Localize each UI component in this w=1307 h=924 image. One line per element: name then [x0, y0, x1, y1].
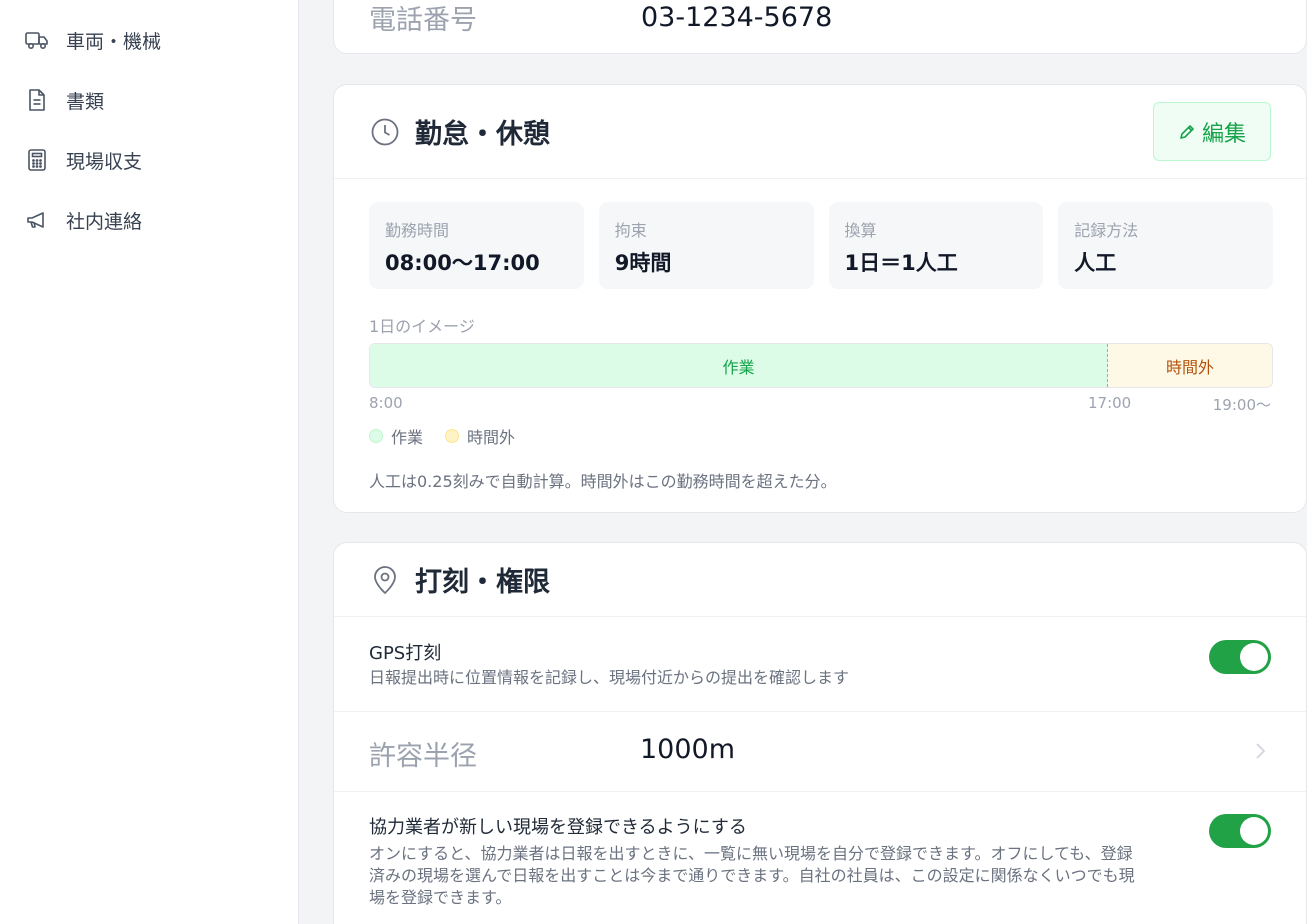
clock-icon: [369, 116, 401, 148]
chevron-right-icon: [1254, 741, 1266, 765]
radius-row[interactable]: 許容半径 1000m: [334, 712, 1306, 792]
permissions-card: 打刻・権限 GPS打刻 日報提出時に位置情報を記録し、現場付近からの提出を確認し…: [333, 542, 1307, 924]
contact-card: 電話番号 03-1234-5678: [333, 0, 1307, 54]
sidebar-item-label: 車両・機械: [66, 30, 162, 53]
permissions-title: 打刻・権限: [415, 567, 550, 598]
stat-label: 記録方法: [1074, 221, 1139, 240]
attendance-stats: 勤務時間 08:00〜17:00 拘束 9時間 換算 1日＝1人工 記録方法 人…: [369, 202, 1273, 289]
timeline-tick-end: 17:00: [1088, 394, 1132, 412]
stat-conversion: 換算 1日＝1人工: [828, 202, 1044, 289]
day-image-label: 1日のイメージ: [369, 317, 475, 336]
sidebar-item-internal-notice[interactable]: 社内連絡: [24, 200, 142, 240]
stat-value: 08:00〜17:00: [385, 251, 540, 275]
toggle-knob: [1240, 817, 1268, 845]
timeline-legend: 作業 時間外: [369, 424, 537, 448]
stat-label: 換算: [844, 221, 877, 240]
sidebar: 車両・機械 書類 現場収支 社内連絡: [0, 0, 299, 924]
radius-value: 1000m: [640, 734, 736, 765]
timeline-overtime-segment: 時間外: [1108, 344, 1272, 387]
timeline-tick-overtime: 19:00〜: [1212, 396, 1271, 414]
partner-desc-line: オンにすると、協力業者は日報を出すときに、一覧に無い現場を自分で登録できます。オ…: [369, 844, 1133, 863]
phone-row: 電話番号 03-1234-5678: [369, 1, 833, 36]
stat-value: 人工: [1074, 251, 1117, 275]
radius-label: 許容半径: [369, 741, 477, 772]
stat-label: 拘束: [614, 221, 647, 240]
gps-toggle[interactable]: [1209, 640, 1271, 674]
legend-label: 時間外: [467, 428, 516, 447]
attendance-header: 勤怠・休憩 編集: [334, 85, 1306, 179]
gps-desc: 日報提出時に位置情報を記録し、現場付近からの提出を確認します: [369, 668, 850, 687]
partner-title: 協力業者が新しい現場を登録できるようにする: [369, 817, 747, 838]
stat-record-method: 記録方法 人工: [1058, 202, 1273, 289]
legend-work-dot: [369, 429, 383, 443]
phone-label: 電話番号: [369, 4, 477, 36]
attendance-title: 勤怠・休憩: [415, 119, 550, 150]
stat-value: 9時間: [614, 251, 672, 275]
location-pin-icon: [369, 564, 401, 596]
document-icon: [24, 87, 50, 113]
megaphone-icon: [24, 207, 50, 233]
stat-label: 勤務時間: [385, 221, 450, 240]
stat-binding: 拘束 9時間: [598, 202, 814, 289]
legend-work: 作業: [369, 424, 423, 448]
permissions-header: 打刻・権限: [334, 543, 1306, 617]
sidebar-item-documents[interactable]: 書類: [24, 80, 104, 120]
attendance-note: 人工は0.25刻みで自動計算。時間外はこの勤務時間を超えた分。: [369, 472, 837, 491]
calculator-icon: [24, 147, 50, 173]
sidebar-item-site-budget[interactable]: 現場収支: [24, 140, 142, 180]
toggle-knob: [1240, 643, 1268, 671]
stat-value: 1日＝1人工: [844, 251, 958, 275]
sidebar-item-label: 書類: [66, 90, 105, 113]
edit-button[interactable]: 編集: [1153, 102, 1271, 161]
truck-icon: [24, 27, 50, 53]
sidebar-item-vehicles[interactable]: 車両・機械: [24, 20, 161, 60]
legend-overtime-dot: [445, 429, 460, 443]
timeline-tick-start: 8:00: [369, 394, 403, 412]
edit-button-label: 編集: [1201, 121, 1246, 147]
gps-row: GPS打刻 日報提出時に位置情報を記録し、現場付近からの提出を確認します: [334, 617, 1306, 712]
stat-work-hours: 勤務時間 08:00〜17:00: [369, 202, 584, 289]
sidebar-item-label: 社内連絡: [66, 210, 143, 233]
pencil-icon: [1180, 124, 1194, 139]
day-timeline: 作業 時間外: [369, 343, 1273, 388]
partner-desc-line: 済みの現場を選んで日報を出すことは今まで通りできます。自社の社員は、この設定に関…: [369, 866, 1135, 885]
partner-toggle[interactable]: [1209, 814, 1271, 848]
partner-desc: オンにすると、協力業者は日報を出すときに、一覧に無い現場を自分で登録できます。オ…: [369, 843, 1199, 909]
timeline-work-segment: 作業: [370, 344, 1108, 387]
legend-label: 作業: [391, 428, 424, 447]
sidebar-item-label: 現場収支: [66, 150, 143, 173]
partner-desc-line: 場を登録できます。: [369, 888, 512, 907]
legend-overtime: 時間外: [445, 424, 515, 448]
partner-row: 協力業者が新しい現場を登録できるようにする オンにすると、協力業者は日報を出すと…: [334, 792, 1306, 924]
phone-value: 03-1234-5678: [641, 1, 833, 33]
gps-title: GPS打刻: [369, 643, 442, 664]
attendance-card: 勤怠・休憩 編集 勤務時間 08:00〜17:00 拘束 9時間 換算 1日＝1…: [333, 84, 1307, 513]
